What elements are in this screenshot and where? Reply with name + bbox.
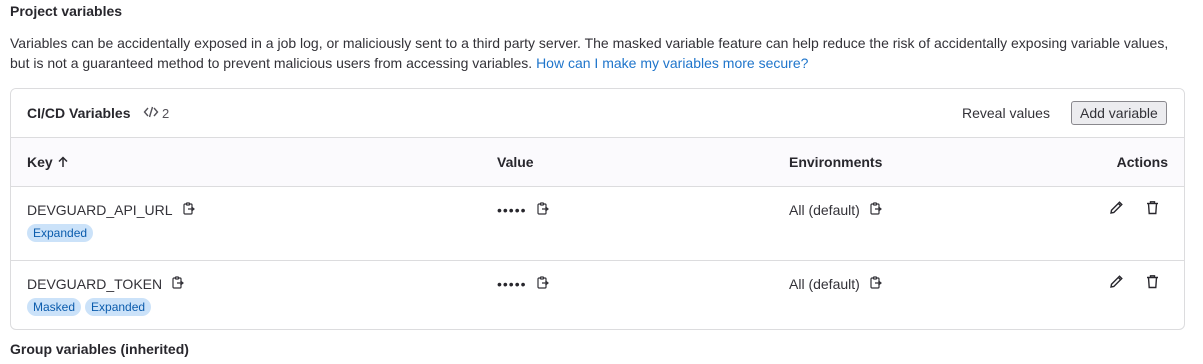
copy-environment-button[interactable] [868,275,884,293]
key-cell: DEVGUARD_TOKEN [27,275,186,293]
copy-value-button[interactable] [535,201,551,219]
help-link[interactable]: How can I make my variables more secure? [536,55,808,71]
delete-button[interactable] [1144,201,1160,217]
group-variables-title: Group variables (inherited) [10,341,189,357]
table-row: DEVGUARD_API_URL Expanded ••••• All (def… [11,187,1184,261]
delete-button[interactable] [1144,275,1160,291]
copy-to-clipboard-icon [171,275,185,293]
edit-button[interactable] [1108,275,1124,291]
code-icon [143,105,159,122]
copy-key-button[interactable] [181,201,197,219]
pencil-icon [1109,200,1124,218]
row-actions [1108,275,1160,291]
variable-count: 2 [143,105,169,122]
copy-to-clipboard-icon [869,275,883,293]
table-header: Key Value Environments Actions [11,138,1184,187]
variable-key: DEVGUARD_TOKEN [27,276,163,292]
column-environments: Environments [789,154,883,170]
expanded-badge: Expanded [27,224,94,242]
row-actions [1108,201,1160,217]
card-title: CI/CD Variables [27,105,131,121]
variable-key: DEVGUARD_API_URL [27,202,173,218]
copy-to-clipboard-icon [536,275,550,293]
badge-list: Expanded [27,224,94,242]
environment-cell: All (default) [789,275,884,293]
value-cell: ••••• [497,201,551,219]
arrow-up-icon [57,156,69,168]
column-value: Value [497,154,534,170]
copy-to-clipboard-icon [536,201,550,219]
value-cell: ••••• [497,275,551,293]
masked-value: ••••• [497,276,527,292]
project-variables-title: Project variables [10,3,123,19]
variables-card: CI/CD Variables 2 Reveal values Add vari… [10,88,1185,330]
edit-button[interactable] [1108,201,1124,217]
key-cell: DEVGUARD_API_URL [27,201,197,219]
masked-value: ••••• [497,202,527,218]
copy-value-button[interactable] [535,275,551,293]
pencil-icon [1109,274,1124,292]
environment-scope: All (default) [789,276,860,292]
copy-environment-button[interactable] [868,201,884,219]
table-row: DEVGUARD_TOKEN Masked Expanded ••••• All… [11,261,1184,329]
copy-to-clipboard-icon [182,201,196,219]
badge-list: Masked Expanded [27,298,152,316]
column-key-label: Key [27,154,53,170]
expanded-badge: Expanded [85,298,152,316]
trash-icon [1145,274,1160,292]
copy-to-clipboard-icon [869,201,883,219]
masked-badge: Masked [27,298,82,316]
trash-icon [1145,200,1160,218]
variable-count-value: 2 [162,106,170,121]
add-variable-button[interactable]: Add variable [1071,101,1167,125]
column-key[interactable]: Key [27,154,69,170]
reveal-values-button[interactable]: Reveal values [956,101,1056,125]
environment-cell: All (default) [789,201,884,219]
card-header: CI/CD Variables 2 Reveal values Add vari… [11,89,1184,138]
copy-key-button[interactable] [170,275,186,293]
security-description: Variables can be accidentally exposed in… [10,33,1180,73]
environment-scope: All (default) [789,202,860,218]
column-actions: Actions [1116,154,1168,170]
